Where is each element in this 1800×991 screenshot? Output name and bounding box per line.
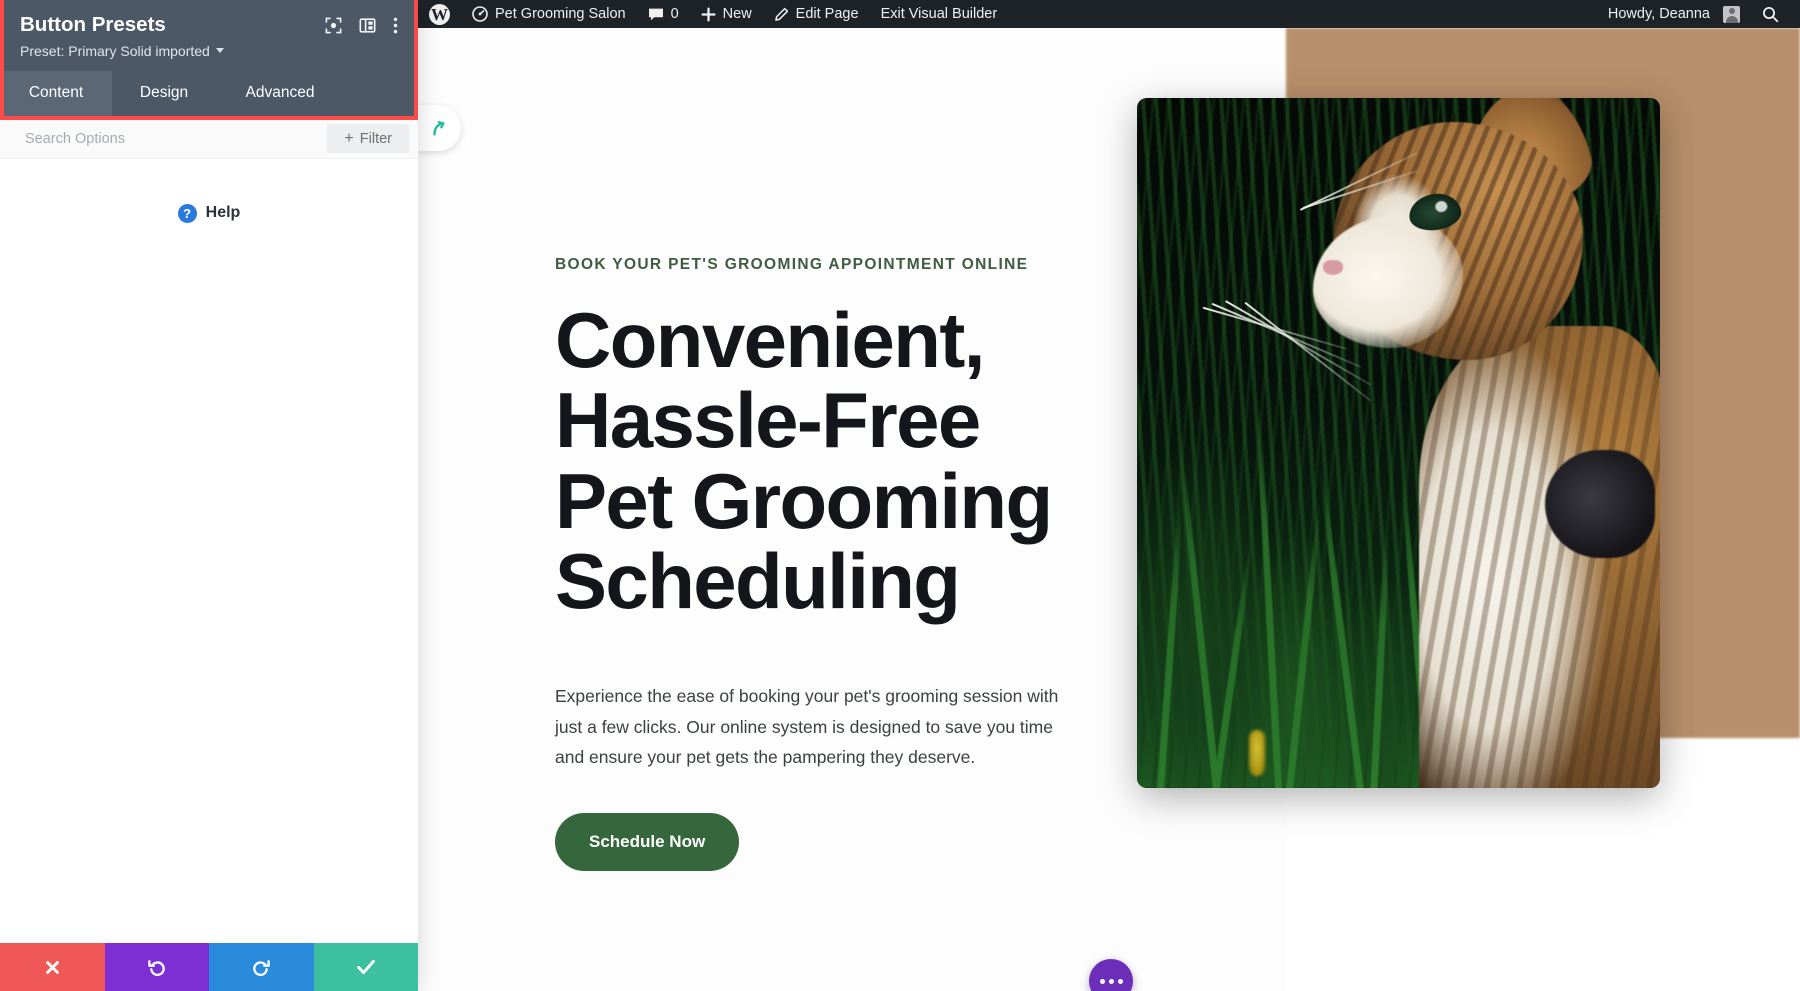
- layout-panel-icon[interactable]: [359, 17, 376, 34]
- comments-count: 0: [670, 6, 679, 22]
- focus-target-icon[interactable]: [325, 17, 342, 34]
- hero-paragraph: Experience the ease of booking your pet'…: [555, 686, 1059, 768]
- exit-builder-label: Exit Visual Builder: [880, 6, 998, 22]
- undo-icon: [147, 957, 167, 977]
- wp-logo-menu[interactable]: W: [418, 0, 461, 28]
- modal-footer: [0, 943, 418, 991]
- modal-body: ? Help: [0, 158, 418, 943]
- howdy-label: Howdy, Deanna: [1607, 6, 1710, 22]
- modal-tab-bar: Content Design Advanced: [0, 70, 414, 116]
- filter-button[interactable]: + Filter: [327, 124, 409, 154]
- preset-selector[interactable]: Preset: Primary Solid imported: [20, 43, 398, 59]
- checkmark-icon: [356, 958, 376, 976]
- edit-page-label: Edit Page: [795, 6, 859, 22]
- help-link[interactable]: ? Help: [0, 203, 418, 223]
- help-label: Help: [205, 204, 241, 222]
- comments-menu[interactable]: 0: [637, 0, 690, 28]
- wordpress-logo-icon: W: [429, 3, 450, 25]
- exit-visual-builder-link[interactable]: Exit Visual Builder: [870, 0, 1009, 28]
- edit-page-link[interactable]: Edit Page: [763, 0, 870, 28]
- save-button[interactable]: [313, 943, 418, 991]
- close-icon: [44, 959, 61, 976]
- cancel-button[interactable]: [0, 943, 105, 991]
- new-content-menu[interactable]: New: [690, 0, 763, 28]
- new-label: New: [722, 6, 752, 22]
- help-icon: ?: [177, 203, 197, 223]
- site-title: Pet Grooming Salon: [495, 6, 626, 22]
- tab-advanced[interactable]: Advanced: [216, 71, 344, 116]
- arrow-curve-icon: [429, 119, 448, 138]
- chevron-down-icon: [215, 48, 224, 54]
- tab-design[interactable]: Design: [112, 71, 216, 116]
- tab-content[interactable]: Content: [0, 70, 112, 116]
- pencil-icon: [774, 7, 789, 22]
- page-title: Convenient, Hassle-Free Pet Grooming Sch…: [555, 296, 1053, 625]
- search-options-row: + Filter: [0, 119, 418, 159]
- dot-1: [1099, 978, 1105, 984]
- plus-icon: +: [344, 129, 354, 147]
- site-name-menu[interactable]: Pet Grooming Salon: [461, 0, 637, 28]
- comment-bubble-icon: [648, 7, 664, 22]
- more-vertical-icon[interactable]: [393, 17, 398, 34]
- module-settings-modal: Button Presets Preset: Primary Solid imp…: [0, 0, 418, 991]
- filter-label: Filter: [359, 130, 392, 147]
- search-icon: [1762, 6, 1779, 23]
- cat-body: [1419, 326, 1660, 788]
- dashboard-icon: [472, 6, 488, 22]
- undo-button[interactable]: [104, 943, 209, 991]
- avatar-icon: [1723, 5, 1740, 23]
- admin-search-button[interactable]: [1751, 0, 1790, 28]
- modal-title: Button Presets: [20, 13, 166, 36]
- builder-side-tab[interactable]: [415, 105, 461, 151]
- modal-header-highlight: Button Presets Preset: Primary Solid imp…: [0, 0, 418, 120]
- cat-collar: [1545, 450, 1655, 558]
- dot-2: [1108, 978, 1114, 984]
- dot-3: [1117, 978, 1123, 984]
- plus-icon: [701, 6, 716, 22]
- preset-label: Preset: Primary Solid imported: [20, 42, 210, 59]
- cat-nose: [1323, 260, 1343, 275]
- hero-eyebrow: BOOK YOUR PET'S GROOMING APPOINTMENT ONL…: [555, 256, 1029, 273]
- redo-button[interactable]: [209, 943, 314, 991]
- schedule-now-button[interactable]: Schedule Now: [555, 812, 740, 871]
- account-menu[interactable]: Howdy, Deanna: [1597, 0, 1751, 28]
- modal-header: Button Presets Preset: Primary Solid imp…: [0, 0, 414, 71]
- search-options-input[interactable]: [0, 130, 328, 147]
- redo-icon: [251, 957, 271, 977]
